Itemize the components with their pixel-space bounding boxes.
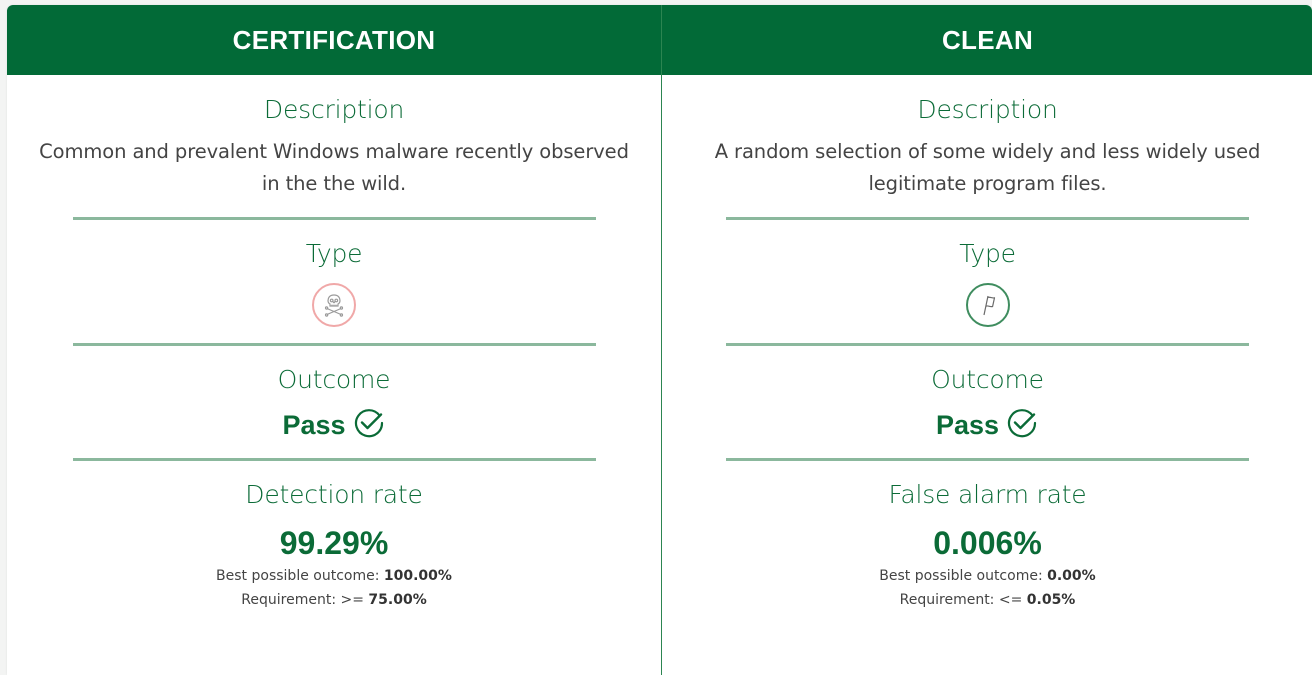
requirement-label: Requirement: <= [899, 592, 1027, 608]
rate-title: Detection rate [245, 480, 423, 509]
outcome-value: Pass [282, 410, 346, 440]
flag-icon [965, 283, 1010, 327]
check-circle-icon [1005, 406, 1039, 445]
outcome-title: Outcome [931, 365, 1044, 394]
type-title: Type [959, 239, 1016, 268]
outcome-result: Pass [936, 406, 1039, 445]
best-outcome-note: Best possible outcome: 0.00% [879, 564, 1095, 588]
best-outcome-label: Best possible outcome: [216, 568, 384, 584]
rate-title: False alarm rate [888, 480, 1087, 509]
column-header: CERTIFICATION [7, 5, 661, 75]
requirement-note: Requirement: >= 75.00% [241, 588, 426, 612]
best-outcome-note: Best possible outcome: 100.00% [216, 564, 452, 588]
outcome-result: Pass [282, 406, 385, 445]
column-header: CLEAN [662, 5, 1312, 75]
check-circle-icon [352, 406, 386, 445]
certification-column: CERTIFICATION Description Common and pre… [7, 5, 661, 675]
best-outcome-value: 0.00% [1047, 568, 1096, 584]
description-title: Description [263, 95, 405, 124]
best-outcome-value: 100.00% [383, 568, 452, 584]
skull-crossbones-icon [312, 283, 356, 327]
description-text: A random selection of some widely and le… [714, 140, 1261, 195]
rate-value: 0.006% [933, 525, 1042, 561]
type-title: Type [305, 239, 363, 268]
requirement-note: Requirement: <= 0.05% [900, 588, 1076, 612]
clean-column: CLEAN Description A random selection of … [661, 5, 1312, 675]
description-text: Common and prevalent Windows malware rec… [39, 140, 629, 195]
requirement-label: Requirement: >= [241, 592, 369, 608]
outcome-title: Outcome [277, 365, 391, 394]
rate-value: 99.29% [279, 525, 389, 561]
outcome-value: Pass [935, 410, 1000, 440]
description-title: Description [917, 95, 1058, 124]
requirement-value: 75.00% [368, 592, 427, 608]
requirement-value: 0.05% [1026, 592, 1076, 608]
best-outcome-label: Best possible outcome: [879, 568, 1048, 584]
results-panel: CERTIFICATION Description Common and pre… [7, 5, 1312, 675]
